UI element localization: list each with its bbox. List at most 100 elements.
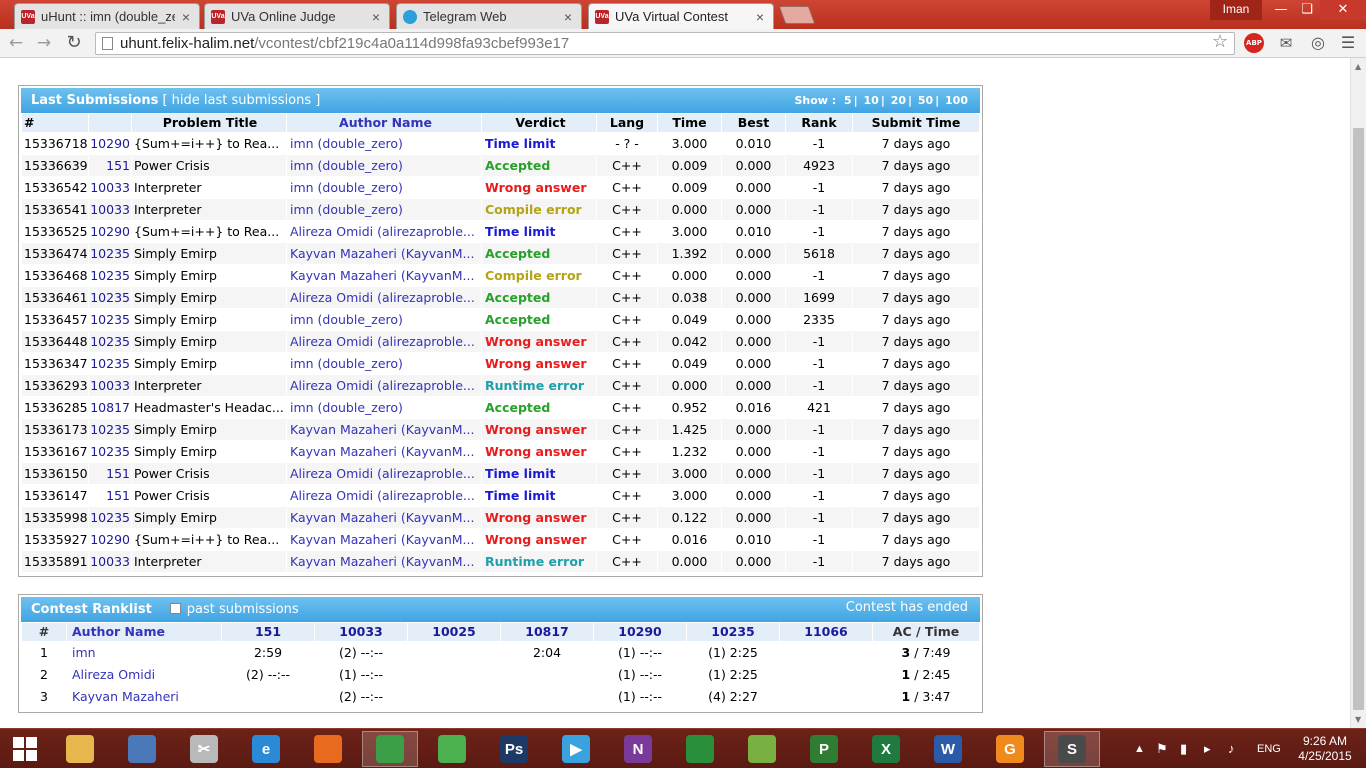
clock[interactable]: 9:26 AM 4/25/2015 bbox=[1290, 734, 1360, 764]
mail-icon[interactable]: ✉ bbox=[1276, 33, 1296, 53]
problem-number-link[interactable]: 10235 bbox=[89, 265, 131, 286]
action-center-icon[interactable]: ⚑ bbox=[1156, 729, 1168, 769]
minimize-icon[interactable]: — bbox=[1268, 0, 1294, 20]
problem-number-link[interactable]: 10033 bbox=[89, 199, 131, 220]
show-option-50[interactable]: 50 bbox=[918, 94, 933, 107]
taskbar-app[interactable]: Ps bbox=[486, 731, 542, 767]
scrollbar-thumb[interactable] bbox=[1353, 128, 1364, 710]
browser-tab[interactable]: UVa uHunt :: imn (double_zero × bbox=[14, 3, 200, 29]
tab-close-icon[interactable]: × bbox=[561, 9, 575, 25]
problem-number-link[interactable]: 10290 bbox=[89, 133, 131, 154]
show-option-100[interactable]: 100 bbox=[945, 94, 968, 107]
taskbar-app[interactable]: P bbox=[796, 731, 852, 767]
author-link[interactable]: imn (double_zero) bbox=[287, 177, 481, 198]
volume-icon[interactable]: ♪ bbox=[1228, 729, 1235, 769]
problem-number-link[interactable]: 151 bbox=[89, 155, 131, 176]
taskbar-app[interactable]: G bbox=[982, 731, 1038, 767]
start-button[interactable] bbox=[0, 731, 50, 767]
author-link[interactable]: Kayvan Mazaheri (KayvanM... bbox=[287, 507, 481, 528]
author-link[interactable]: Alireza Omidi (alirezaproble... bbox=[287, 287, 481, 308]
author-link[interactable]: imn (double_zero) bbox=[287, 199, 481, 220]
author-link[interactable]: Kayvan Mazaheri (KayvanM... bbox=[287, 265, 481, 286]
show-option-5[interactable]: 5 bbox=[844, 94, 852, 107]
problem-number-link[interactable]: 10033 bbox=[89, 551, 131, 572]
show-hidden-icons[interactable]: ▲ bbox=[1134, 729, 1145, 769]
taskbar-app[interactable] bbox=[114, 731, 170, 767]
past-submissions-checkbox[interactable] bbox=[169, 603, 181, 614]
profile-button[interactable]: Iman bbox=[1210, 0, 1262, 20]
tab-close-icon[interactable]: × bbox=[753, 9, 767, 25]
power-icon[interactable]: ▮ bbox=[1180, 729, 1187, 769]
past-submissions-label[interactable]: past submissions bbox=[187, 602, 299, 617]
author-link[interactable]: imn (double_zero) bbox=[287, 397, 481, 418]
problem-number-link[interactable]: 151 bbox=[89, 485, 131, 506]
globe-icon[interactable]: ◎ bbox=[1308, 33, 1328, 53]
tab-close-icon[interactable]: × bbox=[369, 9, 383, 25]
problem-number-link[interactable]: 10235 bbox=[89, 353, 131, 374]
problem-number-link[interactable]: 10235 bbox=[89, 243, 131, 264]
problem-column-header[interactable]: 10025 bbox=[408, 623, 500, 641]
author-link[interactable]: Alireza Omidi (alirezaproble... bbox=[287, 375, 481, 396]
address-bar[interactable]: uhunt.felix-halim.net/vcontest/cbf219c4a… bbox=[95, 32, 1235, 55]
vertical-scrollbar[interactable]: ▲ ▼ bbox=[1350, 58, 1366, 728]
taskbar-app[interactable] bbox=[424, 731, 480, 767]
author-link[interactable]: Kayvan Mazaheri (KayvanM... bbox=[287, 243, 481, 264]
browser-tab[interactable]: Telegram Web × bbox=[396, 3, 582, 29]
taskbar-app[interactable]: N bbox=[610, 731, 666, 767]
new-tab-button[interactable] bbox=[778, 6, 816, 24]
taskbar-app[interactable]: S bbox=[1044, 731, 1100, 767]
close-window-icon[interactable]: ✕ bbox=[1320, 0, 1366, 20]
problem-number-link[interactable]: 10290 bbox=[89, 529, 131, 550]
bookmark-star-icon[interactable]: ☆ bbox=[1212, 31, 1228, 52]
problem-number-link[interactable]: 10235 bbox=[89, 309, 131, 330]
problem-column-header[interactable]: 10817 bbox=[501, 623, 593, 641]
taskbar-app[interactable] bbox=[734, 731, 790, 767]
problem-number-link[interactable]: 10817 bbox=[89, 397, 131, 418]
author-link[interactable]: Alireza Omidi (alirezaproble... bbox=[287, 331, 481, 352]
taskbar-app[interactable] bbox=[672, 731, 728, 767]
problem-number-link[interactable]: 10033 bbox=[89, 375, 131, 396]
taskbar-app[interactable] bbox=[362, 731, 418, 767]
forward-arrow-icon[interactable]: → bbox=[34, 33, 54, 53]
contestant-name-link[interactable]: Alireza Omidi bbox=[67, 664, 221, 685]
author-link[interactable]: imn (double_zero) bbox=[287, 133, 481, 154]
show-option-10[interactable]: 10 bbox=[864, 94, 879, 107]
author-link[interactable]: Kayvan Mazaheri (KayvanM... bbox=[287, 419, 481, 440]
maximize-icon[interactable]: ❏ bbox=[1294, 0, 1320, 20]
problem-number-link[interactable]: 10235 bbox=[89, 441, 131, 462]
taskbar-app[interactable]: ✂ bbox=[176, 731, 232, 767]
reload-icon[interactable]: ↻ bbox=[64, 33, 84, 53]
author-link[interactable]: Kayvan Mazaheri (KayvanM... bbox=[287, 529, 481, 550]
author-link[interactable]: Kayvan Mazaheri (KayvanM... bbox=[287, 551, 481, 572]
scroll-down-icon[interactable]: ▼ bbox=[1355, 715, 1361, 724]
author-link[interactable]: Alireza Omidi (alirezaproble... bbox=[287, 463, 481, 484]
browser-tab[interactable]: UVa UVa Virtual Contest × bbox=[588, 3, 774, 29]
taskbar-app[interactable]: e bbox=[238, 731, 294, 767]
taskbar-app[interactable]: ▶ bbox=[548, 731, 604, 767]
browser-tab[interactable]: UVa UVa Online Judge × bbox=[204, 3, 390, 29]
tab-close-icon[interactable]: × bbox=[179, 9, 193, 25]
problem-number-link[interactable]: 10235 bbox=[89, 507, 131, 528]
problem-number-link[interactable]: 10235 bbox=[89, 419, 131, 440]
contestant-name-link[interactable]: Kayvan Mazaheri bbox=[67, 686, 221, 707]
taskbar-app[interactable] bbox=[52, 731, 108, 767]
author-link[interactable]: imn (double_zero) bbox=[287, 309, 481, 330]
taskbar-app[interactable]: W bbox=[920, 731, 976, 767]
contestant-name-link[interactable]: imn bbox=[67, 642, 221, 663]
network-icon[interactable]: ▸ bbox=[1204, 729, 1211, 769]
problem-number-link[interactable]: 10235 bbox=[89, 287, 131, 308]
show-option-20[interactable]: 20 bbox=[891, 94, 906, 107]
problem-number-link[interactable]: 151 bbox=[89, 463, 131, 484]
problem-column-header[interactable]: 11066 bbox=[780, 623, 872, 641]
author-link[interactable]: Alireza Omidi (alirezaproble... bbox=[287, 221, 481, 242]
problem-number-link[interactable]: 10235 bbox=[89, 331, 131, 352]
language-indicator[interactable]: ENG bbox=[1257, 729, 1281, 769]
taskbar-app[interactable]: X bbox=[858, 731, 914, 767]
problem-number-link[interactable]: 10290 bbox=[89, 221, 131, 242]
hide-submissions-link[interactable]: [ hide last submissions ] bbox=[162, 93, 320, 108]
author-link[interactable]: imn (double_zero) bbox=[287, 155, 481, 176]
author-link[interactable]: Kayvan Mazaheri (KayvanM... bbox=[287, 441, 481, 462]
menu-icon[interactable]: ☰ bbox=[1338, 33, 1358, 53]
author-link[interactable]: imn (double_zero) bbox=[287, 353, 481, 374]
problem-column-header[interactable]: 10290 bbox=[594, 623, 686, 641]
